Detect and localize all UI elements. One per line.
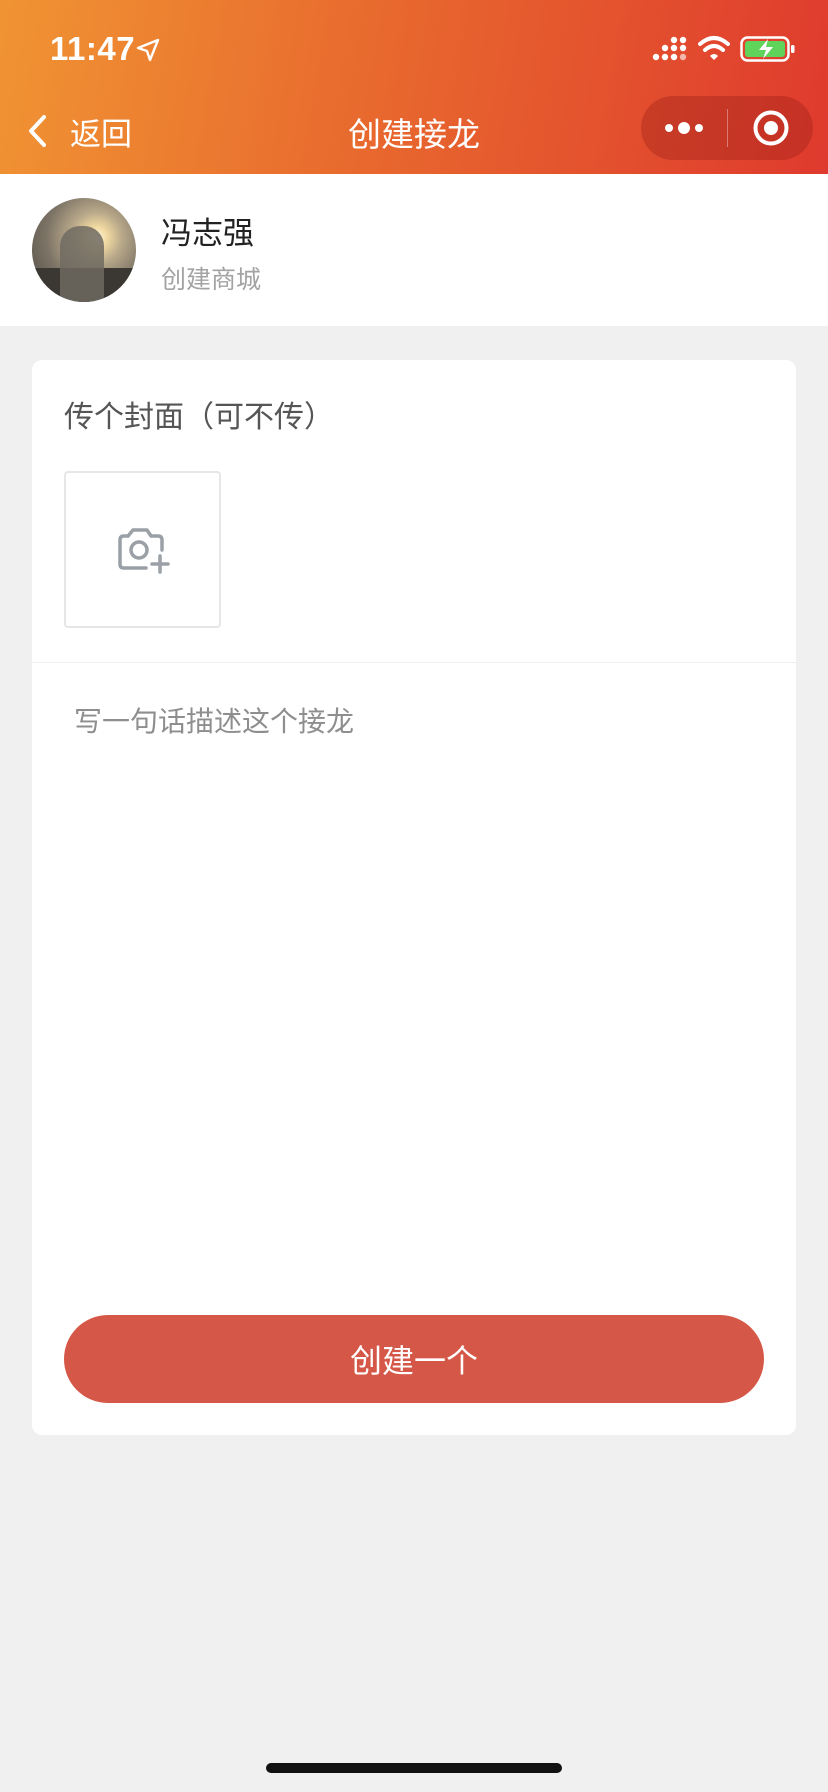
header: 11:47 返回 创建接龙 <box>0 0 828 174</box>
close-button[interactable] <box>728 96 813 160</box>
location-arrow-icon <box>136 38 160 62</box>
create-form-card: 传个封面（可不传） 创建一个 <box>32 360 796 1435</box>
user-subtitle: 创建商城 <box>161 265 262 294</box>
wifi-icon <box>698 36 730 60</box>
user-card: 冯志强 创建商城 <box>0 174 828 326</box>
avatar <box>32 198 136 302</box>
divider <box>32 662 796 663</box>
battery-charging-icon <box>740 36 795 62</box>
mini-program-capsule <box>641 96 813 160</box>
close-circle-icon <box>753 110 788 146</box>
status-time: 11:47 <box>50 30 136 67</box>
home-indicator <box>266 1763 562 1773</box>
description-input[interactable] <box>64 690 764 1190</box>
more-dots-icon <box>665 122 703 134</box>
cover-upload-button[interactable] <box>64 471 221 628</box>
cover-label: 传个封面（可不传） <box>64 400 334 435</box>
camera-add-icon <box>117 527 170 574</box>
user-name: 冯志强 <box>161 216 254 252</box>
more-button[interactable] <box>641 96 727 160</box>
create-button[interactable]: 创建一个 <box>64 1315 764 1403</box>
signal-icon <box>652 36 687 61</box>
